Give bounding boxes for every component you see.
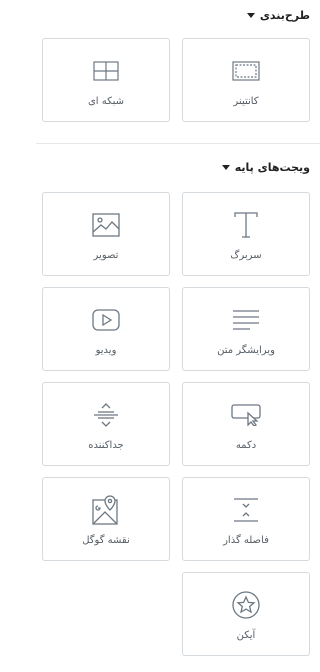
widget-label: سربرگ <box>230 250 262 261</box>
section-header-layout[interactable]: طرح‌بندی <box>246 9 310 22</box>
widget-spacer[interactable]: فاصله گذار <box>182 477 310 561</box>
widget-container[interactable]: کانتینر <box>182 38 310 122</box>
video-icon <box>91 305 121 335</box>
widget-icon[interactable]: آیکن <box>182 572 310 656</box>
widget-label: فاصله گذار <box>223 535 269 546</box>
widget-heading[interactable]: سربرگ <box>182 192 310 276</box>
widget-google-maps[interactable]: نقشه گوگل <box>42 477 170 561</box>
section-header-basic[interactable]: ویجت‌های پایه <box>221 161 310 174</box>
grid-icon <box>91 56 121 86</box>
widget-label: آیکن <box>236 630 256 641</box>
google-maps-icon <box>91 495 121 525</box>
container-icon <box>231 56 261 86</box>
widget-image[interactable]: تصویر <box>42 192 170 276</box>
widget-label: ویدیو <box>95 345 117 356</box>
widgets-panel: طرح‌بندی کانتینر شبکه ای ویجت‌های پایه <box>36 0 320 672</box>
widget-label: تصویر <box>93 250 119 261</box>
caret-down-icon <box>246 13 255 18</box>
star-icon <box>231 590 261 620</box>
widget-divider[interactable]: جداکننده <box>42 382 170 466</box>
widget-label: شبکه ای <box>87 96 125 107</box>
divider-icon <box>91 400 121 430</box>
text-editor-icon <box>231 305 261 335</box>
section-title: ویجت‌های پایه <box>234 161 310 174</box>
widget-video[interactable]: ویدیو <box>42 287 170 371</box>
section-title: طرح‌بندی <box>259 9 310 22</box>
widget-button[interactable]: دکمه <box>182 382 310 466</box>
heading-icon <box>231 210 261 240</box>
widget-label: نقشه گوگل <box>82 535 130 546</box>
widget-label: دکمه <box>235 440 257 451</box>
spacer-icon <box>231 495 261 525</box>
widget-label: کانتینر <box>233 96 259 107</box>
image-icon <box>91 210 121 240</box>
widget-grid[interactable]: شبکه ای <box>42 38 170 122</box>
section-divider <box>36 143 320 144</box>
button-icon <box>231 400 261 430</box>
widget-label: ویرایشگر متن <box>217 345 275 356</box>
caret-down-icon <box>221 165 230 170</box>
widget-label: جداکننده <box>88 440 124 451</box>
widget-text-editor[interactable]: ویرایشگر متن <box>182 287 310 371</box>
